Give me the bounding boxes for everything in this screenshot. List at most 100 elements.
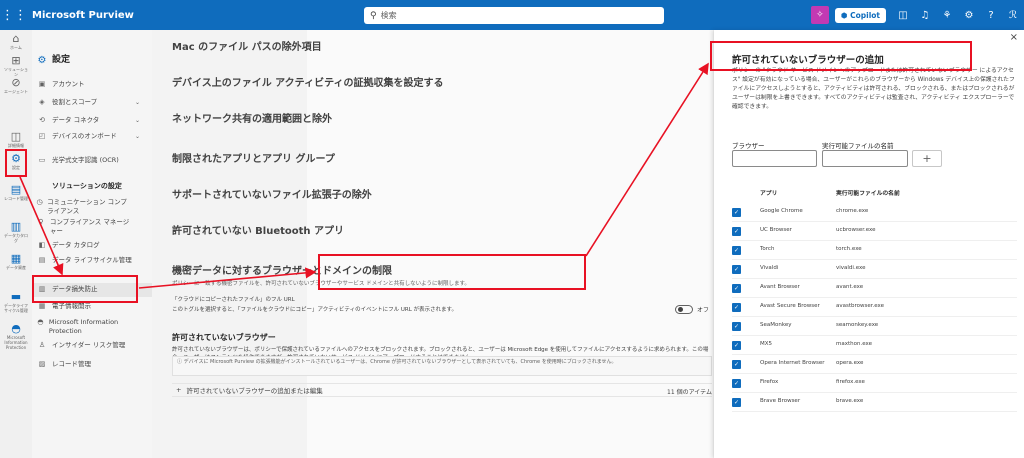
- left-rail: ⌂ ホーム ⊞ ソリューション ⊘ エージェント ◫ 詳細情報 ⚙ 設定 ▤ レコード管理 …: [0, 30, 32, 458]
- checkbox[interactable]: ✓: [732, 360, 741, 369]
- mip-icon: ◓: [11, 322, 21, 335]
- gear-icon[interactable]: ⚙: [958, 0, 980, 30]
- agents-icon: ⊘: [11, 76, 21, 89]
- premium-icon[interactable]: ✧: [810, 6, 829, 24]
- close-icon[interactable]: ×: [1010, 32, 1018, 43]
- section-restricted-apps[interactable]: 制限されたアプリとアプリ グループ: [172, 150, 335, 165]
- rail-item-dlp[interactable]: ▬ データライフサイクル管理: [3, 290, 29, 313]
- table-row[interactable]: ✓ MX5 maxthon.exe: [732, 337, 1017, 355]
- unallowed-browsers-desc: 許可されていないブラウザーは、ポリシーで保護されているファイルへのアクセスをブロ…: [172, 347, 709, 356]
- add-browser-panel: × 許可されていないブラウザーの追加 ポリシーの "クラウド サービス ドメイン…: [714, 30, 1024, 458]
- checkbox[interactable]: ✓: [732, 284, 741, 293]
- dlp-icon: ▬: [10, 290, 22, 303]
- section-bluetooth[interactable]: 許可されていない Bluetooth アプリ: [172, 222, 344, 237]
- checkbox[interactable]: ✓: [732, 227, 741, 236]
- exe-input[interactable]: [822, 150, 908, 167]
- rail-item-home[interactable]: ⌂ ホーム: [3, 32, 29, 50]
- section-network-share[interactable]: ネットワーク共有の適用範囲と除外: [172, 110, 332, 125]
- ocr-icon: ▭: [38, 156, 46, 164]
- plus-icon: +: [176, 386, 182, 394]
- checkbox[interactable]: ✓: [732, 379, 741, 388]
- rail-item-records[interactable]: ▤ レコード管理: [3, 183, 29, 201]
- table-row[interactable]: ✓ Avast Secure Browser avastbrowser.exe: [732, 299, 1017, 317]
- search-placeholder: 検索: [380, 11, 397, 20]
- insider-icon: ♙: [38, 341, 46, 349]
- col-exe-header: 実行可能ファイルの名前: [836, 191, 900, 197]
- checkbox[interactable]: ✓: [732, 322, 741, 331]
- table-row[interactable]: ✓ UC Browser ucbrowser.exe: [732, 223, 1017, 241]
- nav-item-mip[interactable]: ◓ Microsoft Information Protection: [32, 318, 137, 336]
- nav-item-device[interactable]: ◰ デバイスのオンボード ⌄: [32, 132, 140, 141]
- settings-nav: ⚙ 設定 ▣ アカウント ◈ 役割とスコープ ⌄ ⟲ データ コネクタ ⌄ ◰ デバイスのオン…: [32, 30, 152, 458]
- checkbox[interactable]: ✓: [732, 265, 741, 274]
- share-icon[interactable]: ⚘: [936, 0, 958, 30]
- connector-icon: ⟲: [39, 116, 45, 124]
- checkbox[interactable]: ✓: [732, 303, 741, 312]
- copilot-button[interactable]: ⬢ Copilot: [834, 7, 886, 23]
- section-evidence[interactable]: デバイス上のファイル アクティビティの証拠収集を設定する: [172, 74, 443, 89]
- solutions-icon: ⊞: [11, 54, 21, 67]
- nav-item-ediscovery[interactable]: ▦ 電子情報開示: [32, 302, 152, 311]
- table-row[interactable]: ✓ Firefox firefox.exe: [732, 375, 1017, 393]
- app-name[interactable]: Microsoft Purview: [32, 10, 134, 21]
- nav-item-account[interactable]: ▣ アカウント: [32, 80, 152, 89]
- checkbox[interactable]: ✓: [732, 398, 741, 407]
- lifecycle-icon: ▦: [10, 252, 22, 265]
- nav-item-ocr[interactable]: ▭ 光学式文字認識 (OCR): [32, 156, 152, 165]
- browser-label: ブラウザー: [732, 142, 765, 150]
- avatar[interactable]: ℛ: [1002, 0, 1024, 30]
- section-unsupported-ext[interactable]: サポートされていないファイル拡張子の除外: [172, 186, 372, 201]
- info-box: ⓘ デバイスに Microsoft Purview の拡張機能がインストールされ…: [172, 356, 712, 376]
- records-icon: ▤: [10, 183, 22, 196]
- nav-item-lifecycle[interactable]: ▤ データ ライフサイクル管理: [32, 256, 132, 265]
- nav-item-roles[interactable]: ◈ 役割とスコープ ⌄: [32, 98, 152, 107]
- table-row[interactable]: ✓ SeaMonkey seamonkey.exe: [732, 318, 1017, 336]
- search-input[interactable]: ⚲ 検索: [364, 7, 664, 24]
- rail-item-mip[interactable]: ◓ Microsoft Information Protection: [3, 322, 29, 350]
- browser-input[interactable]: [732, 150, 817, 167]
- checkbox[interactable]: ✓: [732, 246, 741, 255]
- rail-item-solutions[interactable]: ⊞ ソリューション: [3, 54, 29, 77]
- checkbox[interactable]: ✓: [732, 208, 741, 217]
- nav-item-connector[interactable]: ⟲ データ コネクタ ⌄: [32, 116, 152, 125]
- help-icon[interactable]: ?: [980, 0, 1002, 30]
- fullurl-desc: このトグルを選択すると、「ファイルをクラウドにコピー」アクティビティのイベントに…: [172, 307, 457, 313]
- chat-icon[interactable]: ◫: [892, 0, 914, 30]
- table-row[interactable]: ✓ Vivaldi vivaldi.exe: [732, 261, 1017, 279]
- nav-item-compliance[interactable]: ♀ コンプライアンス マネージャー: [32, 218, 132, 236]
- chevron-down-icon: ⌄: [134, 117, 140, 124]
- checkbox[interactable]: ✓: [732, 341, 741, 350]
- panel-description: ポリシーの "クラウド サービス ドメインへのアップロードまたは許可されていない…: [732, 68, 1015, 110]
- app-launcher-icon[interactable]: ⋮⋮: [0, 8, 28, 23]
- annotation-box-section: [318, 254, 586, 290]
- table-row[interactable]: ✓ Opera Internet Browser opera.exe: [732, 356, 1017, 374]
- rail-item-catalog[interactable]: ▥ データカタログ: [3, 220, 29, 243]
- annotation-box-dlp: [32, 275, 138, 303]
- section-mac-paths[interactable]: Mac のファイル パスの除外項目: [172, 38, 322, 53]
- rail-item-explorer[interactable]: ◫ 詳細情報: [3, 130, 29, 148]
- unallowed-browsers-header: 許可されていないブラウザー: [172, 333, 276, 342]
- solutions-header: ソリューションの設定: [52, 182, 122, 190]
- fullurl-toggle[interactable]: [675, 305, 693, 314]
- device-icon: ◰: [38, 132, 46, 140]
- rail-item-agents[interactable]: ⊘ エージェント: [3, 76, 29, 94]
- records-icon: ▨: [38, 360, 46, 368]
- nav-item-catalog[interactable]: ◧ データ カタログ: [32, 241, 152, 250]
- top-right-actions: ✧ ⬢ Copilot ◫ ♫ ⚘ ⚙ ? ℛ: [810, 0, 1024, 30]
- ediscovery-icon: ▦: [38, 302, 46, 310]
- table-row[interactable]: ✓ Google Chrome chrome.exe: [732, 204, 1017, 222]
- table-row[interactable]: ✓ Avant Browser avant.exe: [732, 280, 1017, 298]
- add-edit-browsers-row[interactable]: + 許可されていないブラウザーの追加または編集 11 個のアイテム: [172, 383, 712, 397]
- table-row[interactable]: ✓ Brave Browser brave.exe: [732, 394, 1017, 412]
- info-icon: ⓘ: [177, 359, 184, 365]
- rail-item-lifecycle[interactable]: ▦ データ資産: [3, 252, 29, 270]
- add-browser-button[interactable]: +: [912, 150, 942, 167]
- nav-item-comm[interactable]: ◷ コミュニケーション コンプライアンス: [32, 198, 132, 216]
- comm-icon: ◷: [36, 198, 43, 206]
- nav-item-records[interactable]: ▨ レコード管理: [32, 360, 152, 369]
- notifications-icon[interactable]: ♫: [914, 0, 936, 30]
- fullurl-label: 「クラウドにコピーされたファイル」のフル URL: [172, 297, 295, 303]
- account-icon: ▣: [38, 80, 46, 88]
- nav-item-insider[interactable]: ♙ インサイダー リスク管理: [32, 341, 152, 350]
- table-row[interactable]: ✓ Torch torch.exe: [732, 242, 1017, 260]
